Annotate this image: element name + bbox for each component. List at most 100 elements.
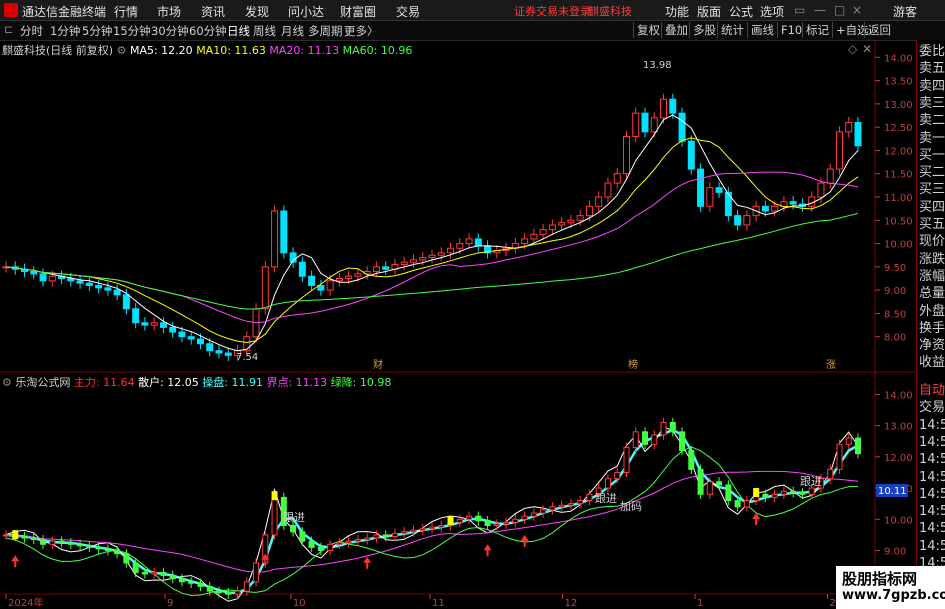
period-5min[interactable]: 5分钟 (82, 23, 112, 39)
sub-candle-body (373, 534, 380, 539)
btn-tongji[interactable]: 统计 (717, 22, 747, 38)
menu-gongshi[interactable]: 公式 (729, 3, 753, 20)
side-lower-item: 交易 (919, 400, 945, 416)
event-cai: 财 (373, 358, 383, 371)
candle-body (169, 326, 177, 333)
candle-body (30, 271, 38, 275)
btn-f10[interactable]: F10 (777, 22, 805, 38)
sub-candle-body (725, 484, 732, 502)
btn-fuquan[interactable]: 复权 (633, 22, 663, 38)
sub-tick-label: 10.00 (884, 515, 913, 526)
candle-body (271, 210, 279, 268)
minimize-icon[interactable]: ▭ (794, 3, 805, 17)
sub-candle-body (632, 431, 639, 448)
watermark-line1: 股朋指标网 (842, 570, 918, 588)
date-tick-label: 2024年 (8, 596, 43, 609)
menu-shichang[interactable]: 市场 (157, 3, 181, 20)
side-lower-item: 14:56 (919, 417, 945, 433)
candle-body (437, 252, 445, 256)
main-tick-label: 8.00 (884, 333, 906, 344)
high-label: 13.98 (643, 60, 672, 71)
restore-icon[interactable]: — (814, 3, 826, 17)
annot-genjin-3: 跟进 (800, 475, 822, 488)
close-window-icon[interactable]: × (852, 3, 862, 17)
candle-body (650, 117, 658, 133)
candle-body (521, 238, 529, 245)
sub-candle-body (743, 500, 750, 508)
candle-body (576, 215, 584, 221)
candle-body (613, 173, 621, 184)
sub-candle-body (169, 575, 176, 580)
main-tick-label: 13.50 (884, 77, 913, 88)
sub-candle-body (577, 500, 584, 505)
sub-candle-body (466, 515, 473, 520)
period-daily[interactable]: 日线 (227, 23, 250, 39)
chart-canvas[interactable]: 14.00 13.50 13.00 12.50 12.00 11.50 11.00 10.50… (0, 40, 916, 609)
btn-diejia[interactable]: 叠加 (661, 22, 691, 38)
period-more[interactable]: 更多〉 (344, 23, 379, 39)
side-item: 总量 (919, 286, 945, 302)
sub-candle-body (104, 548, 111, 552)
candle-body (372, 266, 380, 273)
btn-huaxian[interactable]: 画线 (747, 22, 777, 38)
btn-fanhui[interactable]: 返回 (864, 22, 894, 38)
side-item: 卖五 (919, 61, 945, 77)
side-item: 收益 (919, 355, 945, 371)
candle-body (660, 98, 668, 119)
quote-side-panel: 委比 卖五 卖四 卖三 卖二 卖一 买一 买二 买三 买四 买五 现价 涨跌 涨幅 总量 外盘 换手 净资 收益 自动… (916, 40, 945, 609)
date-tick-label: 12 (565, 598, 578, 609)
side-item: 卖四 (919, 78, 945, 94)
menu-jiaoyi[interactable]: 交易 (396, 3, 420, 20)
menu-faxian[interactable]: 发现 (245, 3, 269, 20)
trade-login-warning[interactable]: 证券交易未登录 (514, 3, 591, 19)
sub-candle-body (141, 571, 148, 575)
period-weekly[interactable]: 周线 (253, 23, 276, 39)
candle-body (261, 266, 269, 310)
menu-wenxiaoda[interactable]: 问小达 (288, 3, 324, 20)
period-15min[interactable]: 15分钟 (113, 23, 151, 39)
period-30min[interactable]: 30分钟 (151, 23, 189, 39)
period-multi[interactable]: 多周期 (308, 23, 343, 39)
menu-zixun[interactable]: 资讯 (201, 3, 225, 20)
candle-body (85, 282, 93, 286)
candle-body (530, 233, 538, 240)
menu-gongneng[interactable]: 功能 (665, 3, 689, 20)
sub-candle-body (308, 540, 315, 548)
btn-biaoji[interactable]: 标记 (802, 22, 832, 38)
period-monthly[interactable]: 月线 (281, 23, 304, 39)
maximize-icon[interactable]: □ (834, 3, 845, 17)
candle-body (215, 350, 223, 354)
collapse-icon[interactable]: ⊏ (4, 23, 13, 36)
candle-body (345, 275, 353, 280)
watermark: 股朋指标网 www.7gpzb.com (836, 566, 945, 609)
sub-candle-body (58, 540, 65, 544)
sub-candle-body (669, 421, 676, 433)
side-item: 换手 (919, 320, 945, 336)
menu-hangqing[interactable]: 行情 (114, 3, 138, 20)
period-fenshi[interactable]: 分时 (20, 23, 43, 39)
main-tick-label: 10.00 (884, 240, 913, 251)
candle-body (678, 112, 686, 142)
candle-body (595, 196, 603, 207)
menu-banmian[interactable]: 版面 (697, 3, 721, 20)
sub-candle-body (540, 509, 547, 514)
side-item: 买四 (919, 199, 945, 215)
sub-candle-body (188, 581, 195, 584)
sub-candle-body (114, 550, 121, 555)
sub-candle-body (336, 542, 343, 545)
sub-candle-body (67, 542, 74, 545)
sub-candle-body (706, 481, 713, 495)
period-1min[interactable]: 1分钟 (50, 23, 80, 39)
main-tick-label: 12.00 (884, 146, 913, 157)
period-60min[interactable]: 60分钟 (189, 23, 227, 39)
user-guest[interactable]: 游客 (893, 3, 917, 20)
sub-candle-body (799, 492, 806, 495)
btn-duogu[interactable]: 多股 (689, 22, 719, 38)
menu-xuanxiang[interactable]: 选项 (760, 3, 784, 20)
menu-caifuquan[interactable]: 财富圈 (340, 3, 376, 20)
app-title: 通达信金融终端 (22, 5, 107, 19)
sub-candle-body (234, 590, 241, 595)
candle-body (604, 182, 612, 198)
sub-candle-body (178, 578, 185, 583)
sub-candle-body (642, 431, 648, 445)
